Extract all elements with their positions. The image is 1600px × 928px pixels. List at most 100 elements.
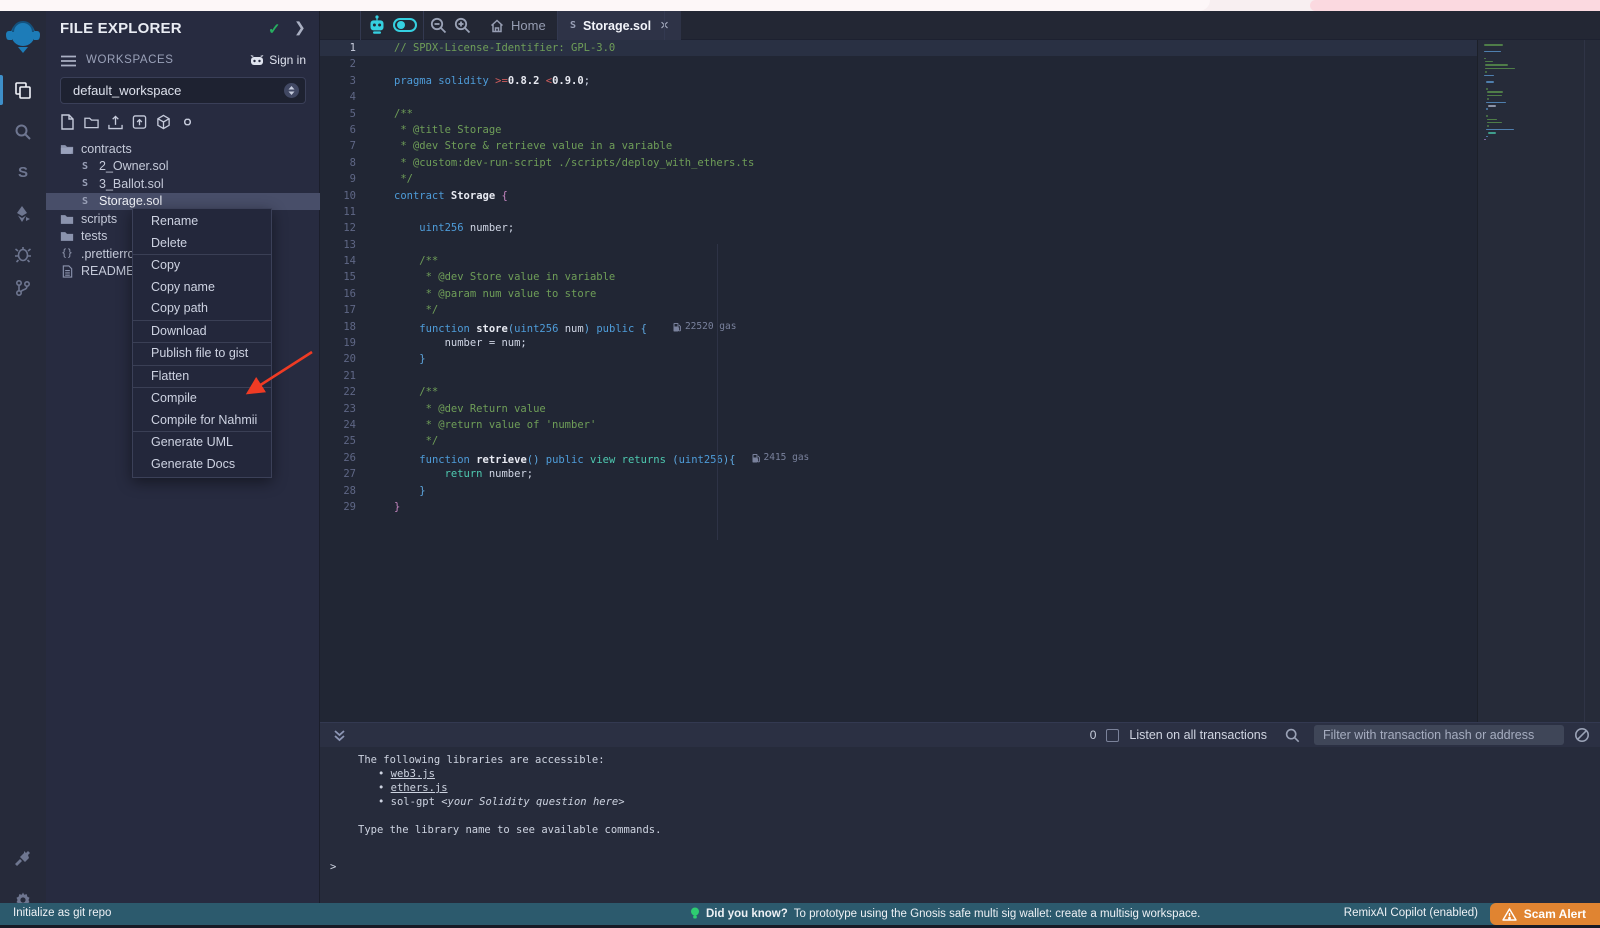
editor-toolbar: Home S Storage.sol × [320,11,1600,40]
link-icon[interactable] [180,114,195,130]
tab-home[interactable]: Home [478,11,558,40]
solidity-icon: S [78,178,92,189]
code-line-15[interactable]: 15 * @dev Store value in variable [320,269,1477,285]
tree-item-label: scripts [81,212,117,226]
ai-assistant-icon[interactable] [367,15,387,36]
context-menu-item-compile-for-nahmii[interactable]: Compile for Nahmii [133,410,271,432]
code-editor[interactable]: 1// SPDX-License-Identifier: GPL-3.023pr… [320,40,1477,722]
clear-terminal-icon[interactable] [1574,727,1590,743]
code-line-1[interactable]: 1// SPDX-License-Identifier: GPL-3.0 [320,40,1477,56]
code-line-23[interactable]: 23 * @dev Return value [320,401,1477,417]
line-number: 26 [320,450,380,466]
code-line-7[interactable]: 7 * @dev Store & retrieve value in a var… [320,138,1477,154]
context-menu-item-rename[interactable]: Rename [133,211,271,233]
git-init-button[interactable]: Initialize as git repo [13,907,111,919]
tree-item-2-owner-sol[interactable]: S2_Owner.sol [46,158,320,176]
copilot-status[interactable]: RemixAI Copilot (enabled) [1344,907,1478,919]
code-line-4[interactable]: 4 [320,89,1477,105]
terminal-prompt[interactable]: > [330,860,336,874]
minimap[interactable] [1477,40,1600,722]
new-folder-icon[interactable] [84,114,99,130]
sign-in-button[interactable]: Sign in [250,53,306,67]
upload-file-icon[interactable] [108,114,123,130]
transaction-count: 0 [1090,728,1097,742]
code-line-11[interactable]: 11 [320,204,1477,220]
code-line-2[interactable]: 2 [320,56,1477,72]
terminal[interactable]: The following libraries are accessible: … [320,747,1600,903]
code-line-29[interactable]: 29} [320,499,1477,515]
file-text-icon [60,265,74,278]
expand-terminal-icon[interactable] [333,729,346,742]
upload-folder-icon[interactable] [132,114,147,130]
line-number: 5 [320,106,380,122]
publish-cube-icon[interactable] [156,114,171,130]
minimap-code [1484,44,1515,142]
code-line-21[interactable]: 21 [320,368,1477,384]
code-line-20[interactable]: 20 } [320,351,1477,367]
code-line-10[interactable]: 10contract Storage { [320,188,1477,204]
code-line-3[interactable]: 3pragma solidity >=0.8.2 <0.9.0; [320,73,1477,89]
line-number: 13 [320,237,380,253]
line-number: 1 [320,40,380,56]
terminal-search-icon[interactable] [1285,728,1300,743]
workspace-select[interactable]: default_workspace [60,77,306,104]
code-line-9[interactable]: 9 */ [320,171,1477,187]
transaction-filter-input[interactable] [1314,725,1564,745]
context-menu-item-copy-path[interactable]: Copy path [133,298,271,320]
folder-icon [60,230,74,242]
rail-item-file-explorer[interactable] [0,73,46,107]
zoom-out-icon[interactable] [430,17,447,34]
rail-item-solidity-compiler[interactable]: S [0,155,46,189]
rail-item-deploy-and-run[interactable] [0,197,46,231]
tab-storage-sol[interactable]: S Storage.sol × [558,11,681,40]
web3-link[interactable]: web3.js [391,768,435,780]
code-line-27[interactable]: 27 return number; [320,466,1477,482]
status-bar: Initialize as git repo Did you know? To … [0,903,1600,925]
code-line-22[interactable]: 22 /** [320,384,1477,400]
rail-item-debugger[interactable] [0,237,46,271]
context-menu-item-copy-name[interactable]: Copy name [133,277,271,299]
code-line-24[interactable]: 24 * @return value of 'number' [320,417,1477,433]
copilot-toggle[interactable] [393,18,417,32]
rail-item-git[interactable] [0,271,46,305]
code-line-28[interactable]: 28 } [320,483,1477,499]
code-line-12[interactable]: 12 uint256 number; [320,220,1477,236]
workspaces-menu-icon[interactable] [61,55,76,67]
scam-alert-button[interactable]: Scam Alert [1490,903,1600,925]
code-line-5[interactable]: 5/** [320,106,1477,122]
line-number: 20 [320,351,380,367]
context-menu-item-generate-docs[interactable]: Generate Docs [133,454,271,476]
line-number: 21 [320,368,380,384]
code-line-8[interactable]: 8 * @custom:dev-run-script ./scripts/dep… [320,155,1477,171]
code-line-14[interactable]: 14 /** [320,253,1477,269]
line-number: 17 [320,302,380,318]
context-menu-item-delete[interactable]: Delete [133,233,271,255]
listen-checkbox[interactable] [1106,729,1119,742]
rail-item-plugin-manager[interactable] [0,841,46,875]
code-line-19[interactable]: 19 number = num; [320,335,1477,351]
tree-item-label: tests [81,229,107,243]
code-line-17[interactable]: 17 */ [320,302,1477,318]
context-menu-item-copy[interactable]: Copy [133,255,271,277]
tree-item-contracts[interactable]: contracts [46,140,320,158]
context-menu-item-generate-uml[interactable]: Generate UML [133,432,271,454]
line-number: 7 [320,138,380,154]
rail-item-search[interactable] [0,115,46,149]
line-number: 25 [320,433,380,449]
gas-estimate: 22520 gas [673,319,736,335]
tab-storage-label: Storage.sol [583,19,651,33]
chevron-right-icon[interactable]: ❯ [294,19,306,36]
solidity-file-icon: S [570,20,576,31]
code-line-18[interactable]: 18 function store(uint256 num) public {2… [320,319,1477,335]
code-line-26[interactable]: 26 function retrieve() public view retur… [320,450,1477,466]
ethers-link[interactable]: ethers.js [391,782,448,794]
code-line-25[interactable]: 25 */ [320,433,1477,449]
code-line-6[interactable]: 6 * @title Storage [320,122,1477,138]
code-line-16[interactable]: 16 * @param num value to store [320,286,1477,302]
remix-logo[interactable] [5,18,41,56]
tree-item-3-ballot-sol[interactable]: S3_Ballot.sol [46,175,320,193]
code-line-13[interactable]: 13 [320,237,1477,253]
zoom-in-icon[interactable] [454,17,471,34]
line-number: 3 [320,73,380,89]
new-file-icon[interactable] [60,114,75,130]
